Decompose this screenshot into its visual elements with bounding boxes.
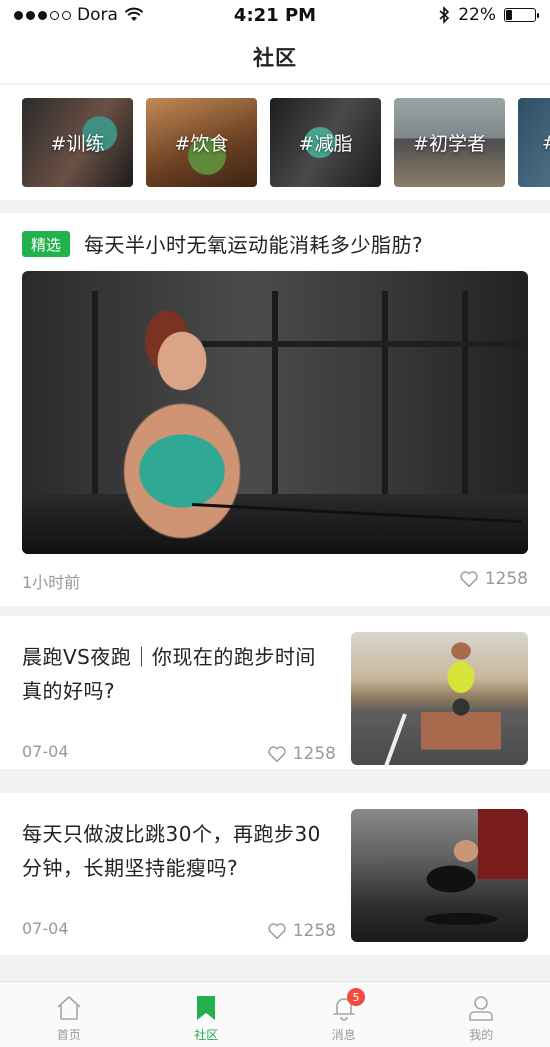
- home-icon: [57, 996, 81, 1020]
- signal-icon: [14, 10, 71, 20]
- post-title[interactable]: 每天半小时无氧运动能消耗多少脂肪?: [84, 229, 423, 258]
- article-thumbnail[interactable]: [351, 809, 528, 942]
- like-count: 1258: [292, 744, 336, 764]
- tab-label: 社区: [194, 1028, 219, 1042]
- tab-profile[interactable]: 我的: [413, 982, 550, 1047]
- wifi-icon: [124, 7, 144, 21]
- user-icon: [469, 996, 494, 1021]
- heart-icon: [460, 571, 478, 588]
- status-right: 22%: [356, 5, 539, 25]
- tab-community[interactable]: 社区: [138, 982, 276, 1047]
- battery-percent: 22%: [458, 5, 496, 25]
- topic-card-fat-loss[interactable]: #减脂: [270, 98, 381, 187]
- like-count: 1258: [484, 569, 528, 589]
- tab-bar: 首页 社区 5 消息 我的: [0, 981, 550, 1047]
- bluetooth-icon: [439, 6, 450, 24]
- heart-icon: [268, 923, 286, 940]
- like-count: 1258: [292, 921, 336, 941]
- topic-card-beginner[interactable]: #初学者: [394, 98, 505, 187]
- topic-label: #训练: [50, 133, 105, 155]
- like-button[interactable]: 1258: [267, 921, 336, 941]
- topic-label: #减脂: [298, 133, 353, 155]
- carrier-name: Dora: [77, 5, 118, 25]
- tab-home[interactable]: 首页: [0, 982, 138, 1047]
- tab-label: 首页: [56, 1028, 81, 1042]
- post-time: 1小时前: [22, 573, 81, 592]
- list-item[interactable]: 晨跑VS夜跑｜你现在的跑步时间真的好吗? 07-04 1258: [0, 616, 550, 769]
- article-date: 07-04: [22, 919, 69, 938]
- topic-label: #初学者: [413, 133, 486, 155]
- tab-messages[interactable]: 5 消息: [275, 982, 413, 1047]
- tab-label: 消息: [331, 1028, 356, 1042]
- like-button[interactable]: 1258: [267, 744, 336, 764]
- topic-label: #饮食: [174, 133, 229, 155]
- status-bar: Dora 4:21 PM 22%: [0, 0, 550, 30]
- topic-card-diet[interactable]: #饮食: [146, 98, 257, 187]
- heart-icon: [268, 746, 286, 763]
- featured-post[interactable]: 精选 每天半小时无氧运动能消耗多少脂肪? 1小时前 1258: [0, 213, 550, 606]
- article-title[interactable]: 晨跑VS夜跑｜你现在的跑步时间真的好吗?: [22, 640, 332, 708]
- status-time: 4:21 PM: [233, 4, 317, 26]
- topic-label: #: [542, 132, 550, 154]
- topic-card-training[interactable]: #训练: [22, 98, 133, 187]
- topic-card-more[interactable]: #: [518, 98, 550, 187]
- article-title[interactable]: 每天只做波比跳30个，再跑步30分钟，长期坚持能瘦吗?: [22, 817, 332, 885]
- page-title: 社区: [253, 45, 297, 70]
- featured-badge: 精选: [22, 231, 70, 257]
- nav-bar: 社区: [0, 30, 550, 84]
- topic-strip[interactable]: #训练 #饮食 #减脂 #初学者 #: [0, 85, 550, 200]
- list-item[interactable]: 每天只做波比跳30个，再跑步30分钟，长期坚持能瘦吗? 07-04 1258: [0, 793, 550, 955]
- tab-label: 我的: [469, 1028, 494, 1042]
- like-button[interactable]: 1258: [459, 569, 528, 589]
- bookmark-icon: [197, 996, 216, 1020]
- status-left: Dora: [14, 5, 194, 25]
- article-thumbnail[interactable]: [351, 632, 528, 765]
- notification-badge: 5: [347, 988, 365, 1006]
- article-date: 07-04: [22, 742, 69, 761]
- battery-icon: [504, 8, 539, 22]
- featured-image[interactable]: [22, 271, 528, 554]
